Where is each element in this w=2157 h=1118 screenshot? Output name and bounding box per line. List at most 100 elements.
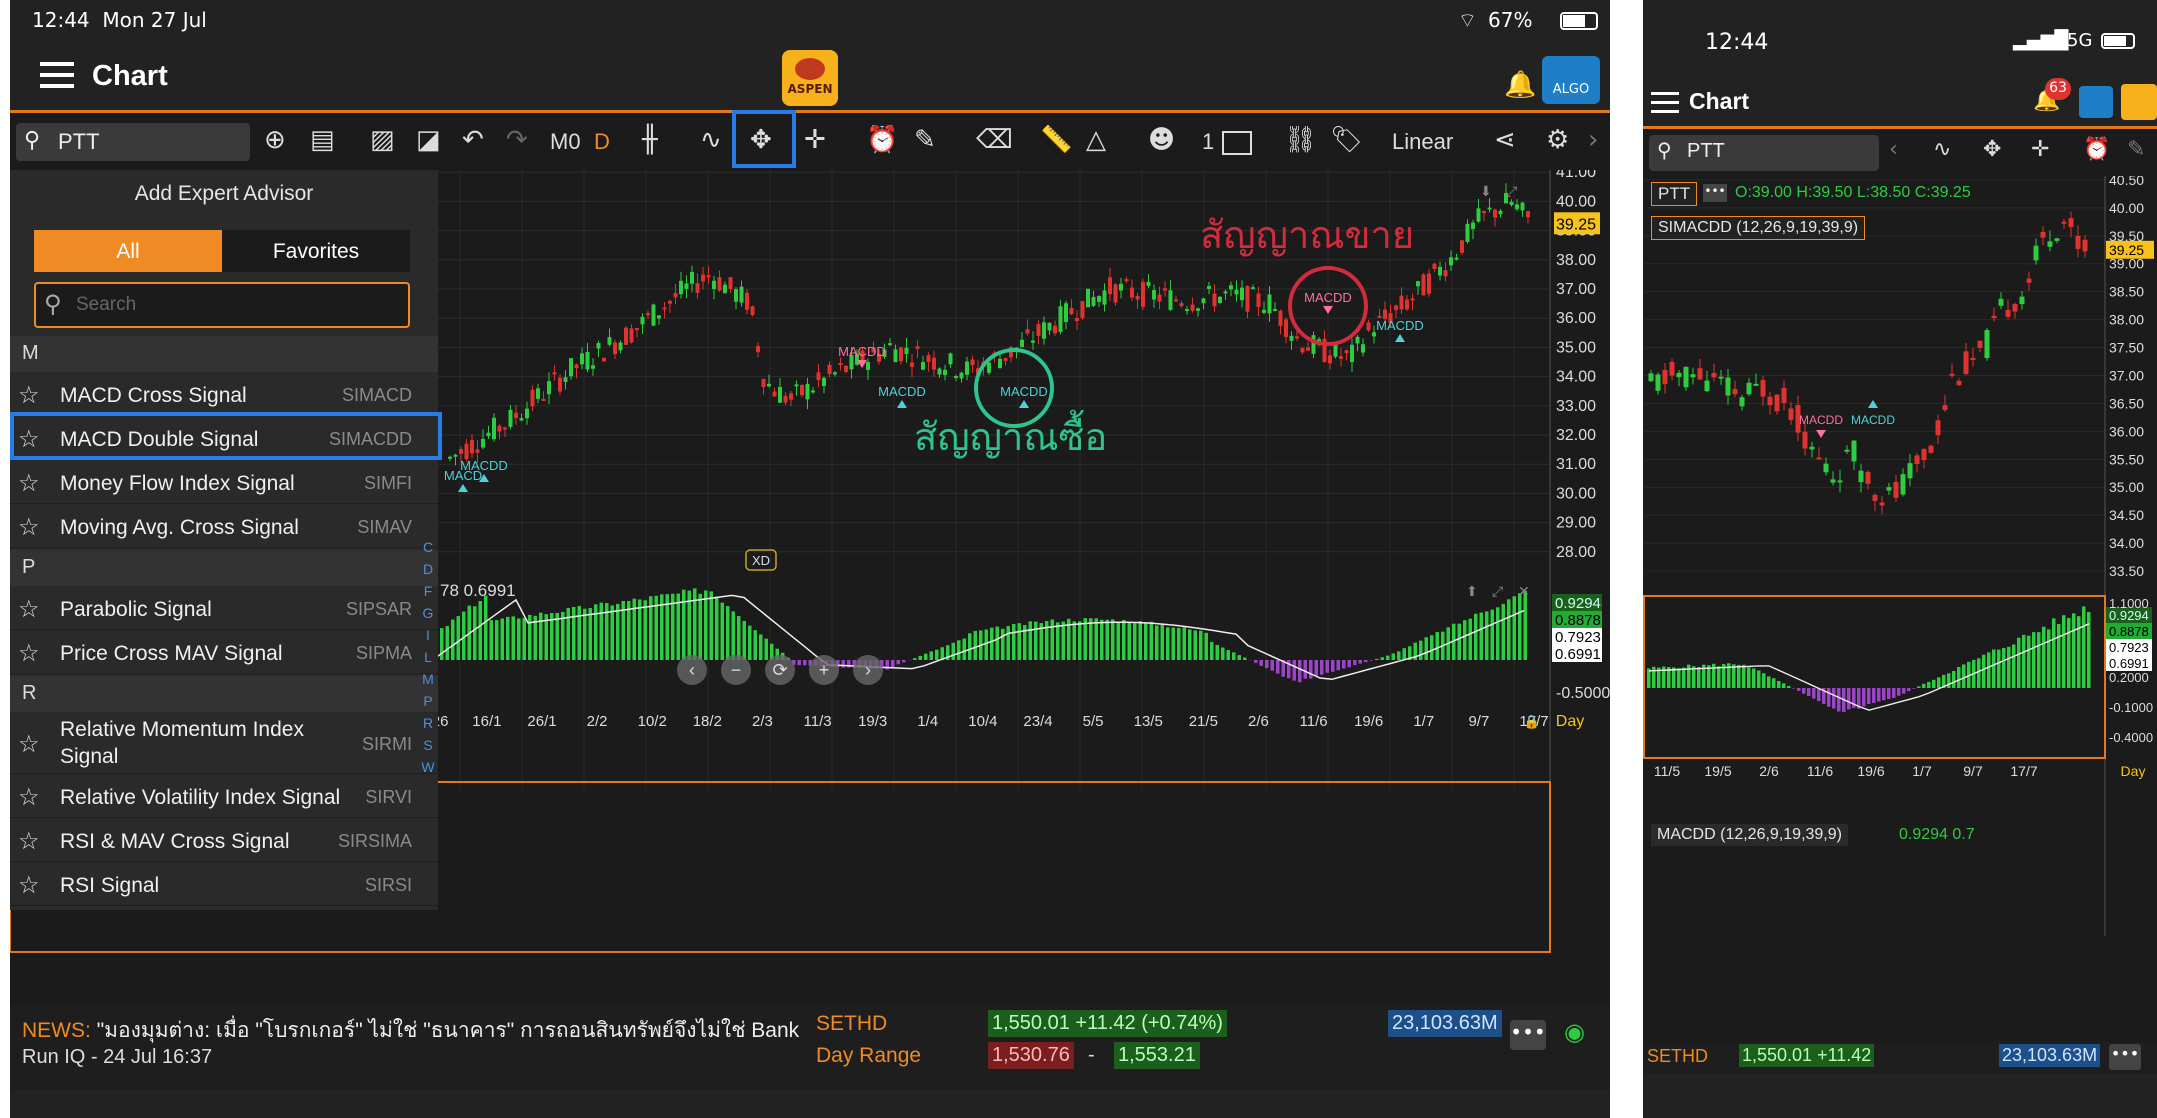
symbol-search[interactable]: ⚲ PTT <box>16 123 250 161</box>
line-chart-icon[interactable]: ◪ <box>416 125 441 155</box>
index-letter[interactable]: M <box>420 668 436 690</box>
ea-item[interactable]: ☆ Money Flow Index Signal SIMFI <box>10 460 438 504</box>
date-tick: 2/3 <box>752 713 773 730</box>
tablet-screen: 12:44 Mon 27 Jul ⌔ 67% Chart ASPEN 🔔 ALG… <box>9 0 1610 1118</box>
crosshair-icon[interactable]: ✛ <box>2031 137 2049 162</box>
star-icon[interactable]: ☆ <box>18 827 40 856</box>
star-icon[interactable]: ☆ <box>18 639 40 668</box>
index-letter[interactable]: W <box>420 756 436 778</box>
macd-bar <box>1697 667 1701 688</box>
interval-m[interactable]: M0 <box>550 129 581 155</box>
menu-icon[interactable] <box>40 62 74 88</box>
candle-body <box>1163 288 1167 291</box>
broadcast-icon[interactable]: ◉ <box>1564 1018 1585 1046</box>
tag-icon[interactable]: 🏷 <box>1330 125 1363 155</box>
macd-bar <box>896 660 900 665</box>
bell-icon[interactable]: 🔔 <box>1504 70 1536 100</box>
shape-icon[interactable]: △ <box>1086 125 1106 155</box>
candle-body <box>563 377 568 382</box>
eraser-icon[interactable]: ⌫ <box>976 125 1013 155</box>
more-icon[interactable]: ••• <box>1510 1020 1546 1050</box>
phone-macd-legend[interactable]: MACDD (12,26,9,19,39,9) <box>1651 824 1848 846</box>
macd-bar <box>1682 667 1686 688</box>
macd-bar <box>1992 649 1996 688</box>
scale-select[interactable]: Linear <box>1392 129 1453 155</box>
emoji-icon[interactable]: ☻ <box>1148 125 1175 155</box>
star-icon[interactable]: ☆ <box>18 871 40 900</box>
indicator-icon[interactable]: ∿ <box>1933 137 1951 162</box>
candlestick-icon[interactable]: ╫ <box>642 125 658 155</box>
alphabet-index[interactable]: CDFGILMPRSW <box>420 536 436 778</box>
open-folder-icon[interactable]: ▨ <box>370 125 395 155</box>
macd-bar <box>1320 660 1324 675</box>
ea-item[interactable]: ☆ Relative Momentum Index Signal SIRMI <box>10 712 438 774</box>
index-letter[interactable]: F <box>420 580 436 602</box>
macd-bar <box>1827 688 1831 707</box>
macd-bar <box>1787 685 1791 688</box>
new-file-icon[interactable]: ▤ <box>310 125 335 155</box>
index-letter[interactable]: D <box>420 558 436 580</box>
tab-favorites[interactable]: Favorites <box>222 230 410 272</box>
ea-item[interactable]: ☆ Moving Avg. Cross Signal SIMAV <box>10 504 438 548</box>
index-letter[interactable]: I <box>420 624 436 646</box>
star-icon[interactable]: ☆ <box>18 469 40 498</box>
candle-body <box>1683 366 1689 388</box>
alert-icon[interactable]: ⏰ <box>2083 137 2110 162</box>
index-letter[interactable]: S <box>420 734 436 756</box>
macd-bar <box>588 607 592 660</box>
phone-symbol-legend[interactable]: PTT <box>1651 182 1698 206</box>
crosshair-icon[interactable]: ✛ <box>804 125 826 155</box>
menu-icon[interactable] <box>1651 92 1679 113</box>
candle-body <box>761 379 766 387</box>
index-letter[interactable]: G <box>420 602 436 624</box>
star-icon[interactable]: ☆ <box>18 381 40 410</box>
macd-value: 0.7923 <box>2109 640 2149 655</box>
alert-icon[interactable]: ⏰ <box>866 125 898 155</box>
phone-indicator-legend[interactable]: SIMACDD (12,26,9,19,39,9) <box>1651 216 1866 240</box>
macd-bar <box>1100 619 1104 660</box>
phone-symbol-search[interactable]: ⚲ PTT <box>1649 135 1879 171</box>
news-line[interactable]: NEWS: "มองมุมต่าง: เมื่อ "โบรกเกอร์" ไม่… <box>22 1014 799 1047</box>
ruler-icon[interactable]: 📏 <box>1040 125 1072 155</box>
index-letter[interactable]: R <box>420 712 436 734</box>
ea-search-input[interactable]: ⚲ Search <box>34 282 410 328</box>
more-icon[interactable]: ••• <box>2109 1044 2141 1070</box>
undo-icon[interactable]: ↶ <box>462 125 484 155</box>
algo-button[interactable] <box>2079 86 2113 118</box>
algo-button[interactable]: ALGO <box>1542 56 1600 104</box>
pen-icon[interactable]: ✎ <box>914 125 936 155</box>
ea-item[interactable]: ☆ RSI & MAV Cross Signal SIRSIMA <box>10 818 438 862</box>
link-icon[interactable]: ⛓ <box>1284 125 1317 155</box>
chevron-left-icon[interactable]: ‹ <box>1889 137 1898 162</box>
index-letter[interactable]: P <box>420 690 436 712</box>
buy-annotation: สัญญาณซื้อ <box>914 409 1107 459</box>
index-letter[interactable]: C <box>420 536 436 558</box>
star-icon[interactable]: ☆ <box>18 783 40 812</box>
add-icon[interactable]: ⊕ <box>264 125 286 155</box>
color-swatch[interactable] <box>1222 131 1252 155</box>
tab-all[interactable]: All <box>34 230 222 272</box>
buy-signal-label-arrow <box>897 400 907 408</box>
indicator-icon[interactable]: ∿ <box>700 125 722 155</box>
index-letter[interactable]: L <box>420 646 436 668</box>
settings-icon[interactable]: ⚙ <box>1546 125 1569 155</box>
ea-item[interactable]: ☆ Price Cross MAV Signal SIPMA <box>10 630 438 674</box>
expert-advisor-icon[interactable]: ✥ <box>1983 137 2001 162</box>
ea-item[interactable]: ☆ Parabolic Signal SIPSAR <box>10 586 438 630</box>
candle-body <box>1872 494 1878 501</box>
macd-bar <box>1927 681 1931 688</box>
share-icon[interactable]: ⋖ <box>1494 125 1516 155</box>
star-icon[interactable]: ☆ <box>18 595 40 624</box>
ea-item[interactable]: ☆ RSI Signal SIRSI <box>10 862 438 906</box>
more-icon[interactable]: ••• <box>1703 184 1727 202</box>
chevron-right-icon[interactable]: › <box>1588 125 1598 155</box>
line-width[interactable]: 1 <box>1202 129 1214 155</box>
ea-item[interactable]: ☆ Relative Volatility Index Signal SIRVI <box>10 774 438 818</box>
candle-body <box>739 286 744 303</box>
pen-icon[interactable]: ✎ <box>2127 137 2145 162</box>
interval-d[interactable]: D <box>594 129 610 155</box>
star-icon[interactable]: ☆ <box>18 730 40 759</box>
star-icon[interactable]: ☆ <box>18 513 40 542</box>
ea-item[interactable]: ☆ MACD Cross Signal SIMACD <box>10 372 438 416</box>
redo-icon[interactable]: ↷ <box>506 125 528 155</box>
